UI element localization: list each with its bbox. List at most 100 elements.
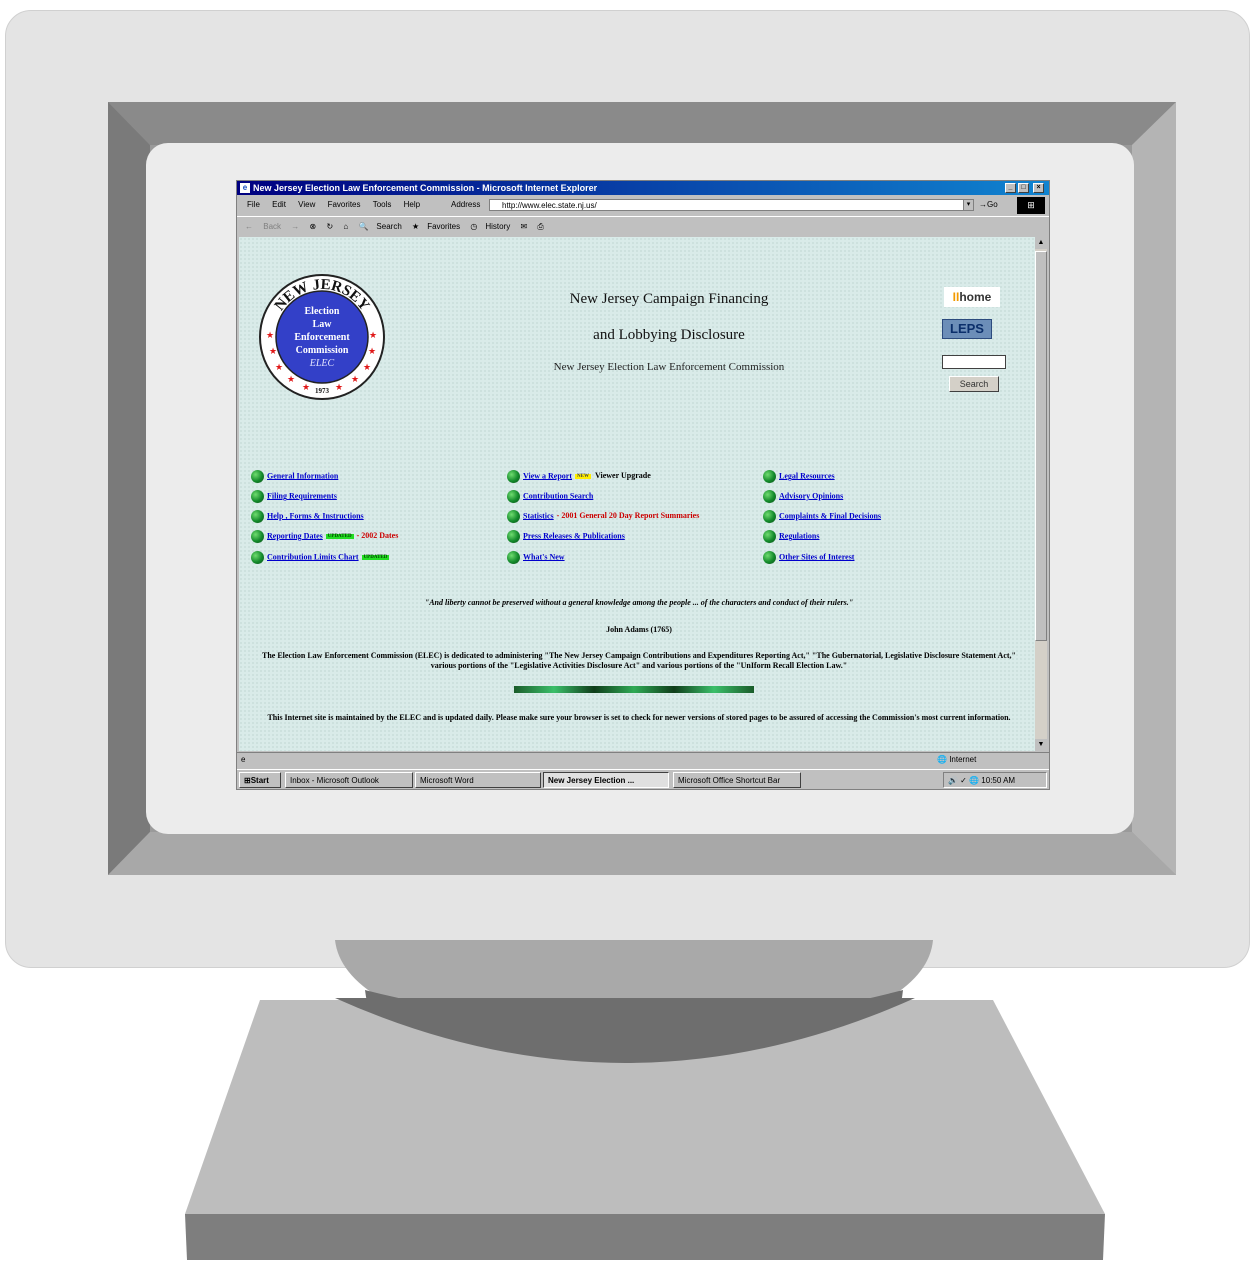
stop-icon[interactable]: ⊗ <box>310 222 317 231</box>
minimize-button[interactable]: _ <box>1005 183 1016 193</box>
site-search-button[interactable]: Search <box>949 376 999 392</box>
favorites-toolbar-button[interactable]: ★ Favorites <box>412 222 460 231</box>
elec-seal-logo: NEW JERSEY ★★★ ★ ★★ ★★★★ Election Law Enf… <box>259 274 385 400</box>
print-icon[interactable]: ⎙ <box>537 222 543 231</box>
link-regulations[interactable]: Regulations <box>763 530 819 543</box>
bezel-left <box>108 102 150 875</box>
page-status-icon: e <box>241 755 246 764</box>
scroll-down-arrow-icon[interactable]: ▼ <box>1035 739 1047 751</box>
back-button[interactable]: ← Back <box>245 222 281 231</box>
bezel-bottom <box>108 832 1176 875</box>
bezel-right <box>1132 102 1176 875</box>
menu-favorites[interactable]: Favorites <box>328 200 361 209</box>
go-button[interactable]: →Go <box>979 198 998 212</box>
maximize-button[interactable]: □ <box>1018 183 1029 193</box>
svg-text:Enforcement: Enforcement <box>294 332 350 343</box>
link-whats-new[interactable]: What's New <box>507 551 565 564</box>
globe-icon <box>763 490 776 503</box>
close-button[interactable]: × <box>1033 183 1044 193</box>
windows-logo-icon: ⊞ <box>1017 197 1045 214</box>
scroll-up-arrow-icon[interactable]: ▲ <box>1035 237 1047 249</box>
page-content: NEW JERSEY ★ ★ ★ ★ ★ ★ ★ ★ ★ ★ Election Law Enf… <box>239 237 1035 751</box>
reporting-dates-note: - 2002 Dates <box>356 531 399 541</box>
bezel-top <box>108 102 1176 145</box>
svg-text:Commission: Commission <box>296 345 349 356</box>
link-help-forms-instructions[interactable]: Help , Forms & Instructions <box>251 510 364 523</box>
address-url: http://www.elec.state.nj.us/ <box>502 201 597 210</box>
globe-icon <box>507 490 520 503</box>
task-outlook[interactable]: Inbox - Microsoft Outlook <box>285 772 413 788</box>
start-button[interactable]: ⊞Start <box>239 772 281 788</box>
page-subheading: New Jersey Election Law Enforcement Comm… <box>553 361 785 373</box>
svg-text:★: ★ <box>287 374 295 384</box>
globe-icon <box>763 510 776 523</box>
page-heading-line2: and Lobbying Disclosure <box>593 327 745 343</box>
menu-file[interactable]: File <box>247 200 260 209</box>
window-title: New Jersey Election Law Enforcement Comm… <box>253 183 598 193</box>
forward-button[interactable]: → <box>291 222 299 231</box>
link-statistics[interactable]: Statistics - 2001 General 20 Day Report S… <box>507 510 699 523</box>
menu-edit[interactable]: Edit <box>272 200 286 209</box>
history-toolbar-button[interactable]: ◷ History <box>470 222 510 231</box>
svg-text:★: ★ <box>368 346 376 356</box>
link-reporting-dates[interactable]: Reporting Dates UPDATED - 2002 Dates <box>251 530 398 543</box>
menu-help[interactable]: Help <box>404 200 420 209</box>
globe-icon <box>251 551 264 564</box>
svg-text:★: ★ <box>363 362 371 372</box>
task-ie-active[interactable]: New Jersey Election ... <box>543 772 669 788</box>
quote-author: John Adams (1765) <box>606 625 672 634</box>
mission-statement: The Election Law Enforcement Commission … <box>262 651 1016 670</box>
link-filing-requirements[interactable]: Filing Requirements <box>251 490 337 503</box>
link-contribution-limits-chart[interactable]: Contribution Limits Chart UPDATED <box>251 551 390 564</box>
footer-notice: This Internet site is maintained by the … <box>267 713 1011 722</box>
link-advisory-opinions[interactable]: Advisory Opinions <box>763 490 843 503</box>
address-dropdown-button[interactable]: ▾ <box>963 199 974 211</box>
globe-icon <box>251 490 264 503</box>
address-label: Address <box>451 200 481 209</box>
globe-icon <box>507 551 520 564</box>
browser-window: e New Jersey Election Law Enforcement Com… <box>236 180 1050 790</box>
quote-text: "And liberty cannot be preserved without… <box>424 598 854 607</box>
toolbar: ← Back → ⊗ ↻ ⌂ 🔍 Search ★ Favorites ◷ Histo… <box>237 216 1049 237</box>
site-search-input[interactable] <box>942 355 1006 369</box>
link-complaints-final-decisions[interactable]: Complaints & Final Decisions <box>763 510 881 523</box>
search-toolbar-button[interactable]: 🔍 Search <box>358 222 401 231</box>
home-link-logo[interactable]: IIhome <box>944 287 1000 307</box>
home-icon[interactable]: ⌂ <box>343 222 348 231</box>
globe-icon <box>763 470 776 483</box>
task-word[interactable]: Microsoft Word <box>415 772 541 788</box>
globe-icon <box>763 530 776 543</box>
globe-icon <box>251 470 264 483</box>
clock: 10:50 AM <box>981 776 1016 785</box>
menu-tools[interactable]: Tools <box>373 200 392 209</box>
scroll-thumb[interactable] <box>1035 251 1047 641</box>
mail-icon[interactable]: ✉ <box>520 222 527 231</box>
svg-text:ELEC: ELEC <box>309 358 335 369</box>
globe-icon <box>763 551 776 564</box>
leps-link-logo[interactable]: LEPS <box>942 319 992 339</box>
svg-text:★: ★ <box>335 382 343 392</box>
svg-text:1973: 1973 <box>315 387 330 395</box>
link-view-a-report[interactable]: View a Report NEW Viewer Upgrade <box>507 470 651 483</box>
link-legal-resources[interactable]: Legal Resources <box>763 470 835 483</box>
windows-taskbar: ⊞Start Inbox - Microsoft Outlook Microso… <box>237 769 1049 789</box>
menu-view[interactable]: View <box>298 200 315 209</box>
vertical-scrollbar[interactable]: ▲ ▼ <box>1035 237 1047 751</box>
svg-text:Election: Election <box>305 306 340 317</box>
svg-text:★: ★ <box>275 362 283 372</box>
link-contribution-search[interactable]: Contribution Search <box>507 490 593 503</box>
viewer-upgrade-note: Viewer Upgrade <box>594 471 651 481</box>
refresh-icon[interactable]: ↻ <box>326 222 333 231</box>
zone-indicator: 🌐 Internet <box>937 755 977 764</box>
link-other-sites[interactable]: Other Sites of Interest <box>763 551 854 564</box>
globe-icon <box>251 530 264 543</box>
link-press-releases[interactable]: Press Releases & Publications <box>507 530 625 543</box>
globe-icon <box>507 510 520 523</box>
svg-text:★: ★ <box>351 374 359 384</box>
address-input[interactable]: http://www.elec.state.nj.us/ <box>489 199 973 211</box>
link-general-information[interactable]: General Information <box>251 470 338 483</box>
decorative-divider <box>514 686 754 693</box>
title-bar: e New Jersey Election Law Enforcement Com… <box>237 181 1049 195</box>
task-office-shortcut-bar[interactable]: Microsoft Office Shortcut Bar <box>673 772 801 788</box>
svg-text:★: ★ <box>266 330 274 340</box>
